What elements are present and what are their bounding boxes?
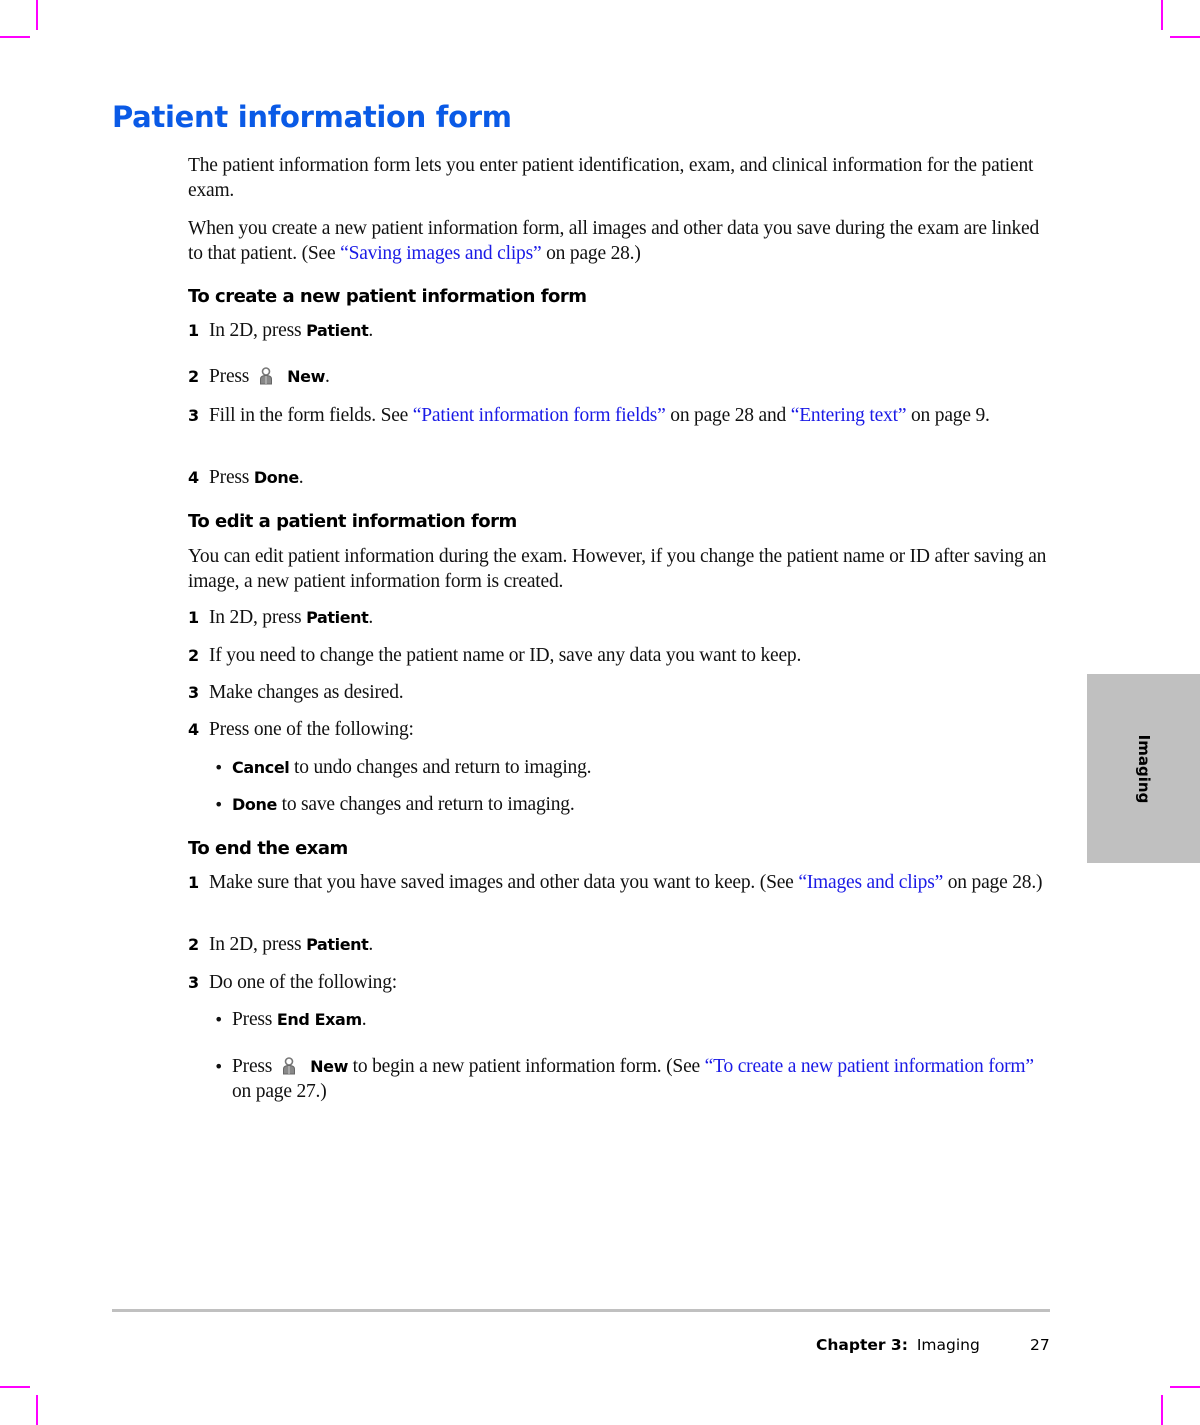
chapter-tab-label: Imaging: [1134, 734, 1153, 803]
list-item: 3 Make changes as desired.: [188, 680, 1048, 705]
footer-chapter-number: Chapter 3:: [816, 1336, 908, 1354]
step-number: 2: [188, 646, 199, 665]
control-name: Done: [232, 795, 277, 814]
step-number: 1: [188, 873, 199, 892]
bullet-icon: •: [214, 795, 224, 814]
control-name: Patient: [306, 608, 369, 627]
step-number: 2: [188, 367, 199, 386]
user-icon: [259, 367, 273, 385]
section-heading: To edit a patient information form: [188, 511, 517, 532]
section-intro: You can edit patient information during …: [188, 546, 1047, 592]
user-icon: [282, 1057, 296, 1075]
step-text: Do one of the following:: [209, 972, 398, 993]
intro-paragraph: The patient information form lets you en…: [188, 153, 1058, 203]
bullet-text: .: [361, 1009, 367, 1030]
bullet-text: Press: [232, 1056, 273, 1077]
section-heading: To end the exam: [188, 838, 348, 859]
crop-mark: [1161, 0, 1163, 30]
list-item: 4 Press Done.: [188, 465, 1048, 490]
intro-text: The patient information form lets you en…: [188, 155, 1034, 201]
step-number: 1: [188, 321, 199, 340]
step-text: .: [368, 934, 374, 955]
list-item: 4 Press one of the following:: [188, 717, 1048, 742]
step-text: Press: [209, 366, 250, 387]
step-text: .: [298, 467, 304, 488]
crop-mark: [0, 1386, 30, 1388]
control-name: Done: [253, 468, 299, 487]
step-text: In 2D, press: [209, 607, 307, 628]
step-number: 2: [188, 935, 199, 954]
step-number: 4: [188, 468, 199, 487]
bullet-text: on page 27.): [232, 1081, 327, 1102]
step-text: In 2D, press: [209, 934, 307, 955]
control-name: New: [310, 1057, 348, 1076]
step-text: on page 28.): [943, 872, 1043, 893]
crop-mark: [36, 0, 38, 30]
step-text: on page 9.: [906, 405, 990, 426]
footer-chapter-name: Imaging: [916, 1336, 980, 1354]
page-title: Patient information form: [112, 100, 512, 134]
step-text: .: [325, 366, 330, 387]
crop-mark: [1170, 36, 1200, 38]
step-number: 1: [188, 608, 199, 627]
list-item: 2 Press New.: [188, 364, 1048, 389]
chapter-thumb-tab: Imaging: [1087, 674, 1200, 863]
step-number: 4: [188, 720, 199, 739]
link-images-and-clips[interactable]: “Images and clips”: [798, 872, 943, 893]
control-name: New: [287, 367, 325, 386]
step-text: Make sure that you have saved images and…: [209, 872, 799, 893]
crop-mark: [36, 1395, 38, 1425]
footer-divider: [112, 1309, 1050, 1312]
step-text: If you need to change the patient name o…: [209, 645, 802, 666]
bullet-item: • Done to save changes and return to ima…: [214, 792, 1044, 817]
list-item: 1 In 2D, press Patient.: [188, 318, 1048, 343]
bullet-item: • Press End Exam.: [214, 1007, 1044, 1032]
intro-paragraph: When you create a new patient informatio…: [188, 216, 1058, 266]
list-item: 2 In 2D, press Patient.: [188, 932, 1048, 957]
footer-chapter: Chapter 3: Imaging: [816, 1336, 980, 1354]
list-item: 2 If you need to change the patient name…: [188, 643, 1048, 668]
control-name: Patient: [306, 935, 369, 954]
step-text: Press one of the following:: [209, 719, 414, 740]
link-patient-form-fields[interactable]: “Patient information form fields”: [413, 405, 666, 426]
intro-text: on page 28.): [541, 243, 641, 264]
step-text: .: [368, 320, 374, 341]
bullet-text: to undo changes and return to imaging.: [289, 757, 592, 778]
step-text: Make changes as desired.: [209, 682, 404, 703]
link-saving-images[interactable]: “Saving images and clips”: [340, 243, 542, 264]
bullet-text: to save changes and return to imaging.: [276, 794, 575, 815]
link-entering-text[interactable]: “Entering text”: [791, 405, 907, 426]
bullet-text: Press: [232, 1009, 277, 1030]
bullet-item: • Press New to begin a new patient inform…: [214, 1054, 1044, 1104]
bullet-icon: •: [214, 1010, 224, 1029]
crop-mark: [0, 36, 30, 38]
list-item: 3 Do one of the following:: [188, 970, 1048, 995]
crop-mark: [1170, 1386, 1200, 1388]
step-number: 3: [188, 406, 199, 425]
page-number: 27: [1030, 1336, 1050, 1354]
bullet-text: to begin a new patient information form.…: [348, 1056, 705, 1077]
list-item: 1 Make sure that you have saved images a…: [188, 870, 1048, 895]
bullet-item: • Cancel to undo changes and return to i…: [214, 755, 1044, 780]
step-number: 3: [188, 973, 199, 992]
section-heading: To create a new patient information form: [188, 286, 587, 307]
control-name: Cancel: [232, 758, 290, 777]
list-item: 3 Fill in the form fields. See “Patient …: [188, 403, 1048, 428]
control-name: End Exam: [276, 1010, 362, 1029]
bullet-icon: •: [214, 1057, 224, 1076]
step-text: Press: [209, 467, 254, 488]
list-item: 1 In 2D, press Patient.: [188, 605, 1048, 630]
step-number: 3: [188, 683, 199, 702]
link-create-new-form[interactable]: “To create a new patient information for…: [705, 1056, 1034, 1077]
control-name: Patient: [306, 321, 369, 340]
step-text: In 2D, press: [209, 320, 307, 341]
bullet-icon: •: [214, 758, 224, 777]
crop-mark: [1161, 1395, 1163, 1425]
step-text: Fill in the form fields. See: [209, 405, 413, 426]
step-text: .: [368, 607, 374, 628]
step-text: on page 28 and: [665, 405, 791, 426]
